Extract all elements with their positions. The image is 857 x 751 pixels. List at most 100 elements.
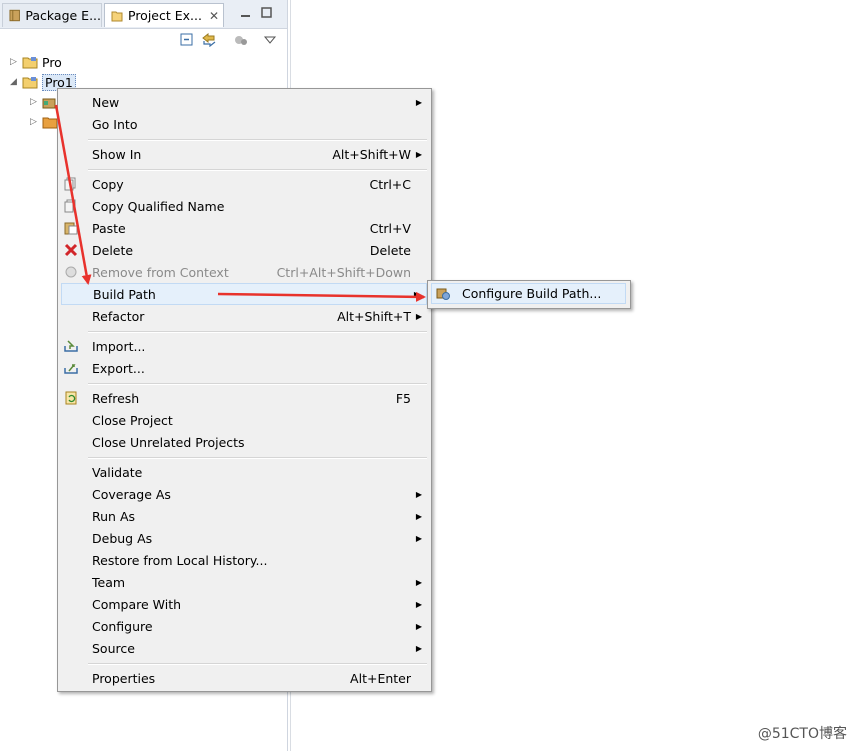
menu-item-new[interactable]: New ▶ [58, 91, 431, 113]
menu-separator [88, 457, 427, 459]
menu-separator [88, 169, 427, 171]
configure-build-path-icon [436, 288, 450, 300]
submenu-arrow-icon: ▶ [415, 97, 422, 107]
menu-item-label: Close Unrelated Projects [92, 434, 245, 450]
tab-label: Project Ex... [128, 8, 202, 23]
link-with-editor-icon[interactable] [202, 33, 216, 47]
menu-item-configure-build-path[interactable]: Configure Build Path... [431, 283, 626, 304]
menu-item-run-as[interactable]: Run As ▶ [58, 505, 431, 527]
package-explorer-icon [9, 9, 20, 22]
project-folder-open-icon [22, 76, 38, 88]
view-menu-icon[interactable] [263, 33, 277, 47]
menu-item-label: Show In [92, 146, 142, 162]
menu-item-label: Run As [92, 508, 136, 524]
menu-item-show-in[interactable]: Show In Alt+Shift+W ▶ [58, 143, 431, 165]
menu-item-copy[interactable]: Copy Ctrl+C [58, 173, 431, 195]
menu-item-label: Properties [92, 670, 156, 686]
menu-item-properties[interactable]: Properties Alt+Enter [58, 667, 431, 689]
collapse-all-icon[interactable] [180, 33, 194, 47]
menu-item-label: Compare With [92, 596, 182, 612]
tree-item-pro[interactable]: ▷ Pro [10, 53, 62, 71]
menu-separator [88, 139, 427, 141]
menu-item-label: Delete [92, 242, 134, 258]
copy-icon [64, 177, 76, 191]
export-icon [64, 364, 78, 374]
tab-project-explorer[interactable]: Project Ex... ✕ [104, 3, 224, 27]
menu-item-shortcut: Alt+Enter [350, 670, 411, 686]
submenu-arrow-icon: ▶ [415, 149, 422, 159]
menu-separator [88, 331, 427, 333]
menu-item-label: Copy [92, 176, 124, 192]
menu-item-label: Configure [92, 618, 153, 634]
menu-item-label: Refactor [92, 308, 145, 324]
menu-item-configure[interactable]: Configure ▶ [58, 615, 431, 637]
source-folder-icon [42, 98, 56, 108]
menu-item-remove-from-context: Remove from Context Ctrl+Alt+Shift+Down [58, 261, 431, 283]
close-icon[interactable]: ✕ [209, 9, 219, 23]
context-menu: New ▶ Go Into Show In Alt+Shift+W ▶ Copy… [57, 88, 432, 692]
menu-separator [88, 663, 427, 665]
menu-item-paste[interactable]: Paste Ctrl+V [58, 217, 431, 239]
library-folder-icon [42, 117, 58, 128]
submenu-arrow-icon: ▶ [415, 621, 422, 631]
menu-item-debug-as[interactable]: Debug As ▶ [58, 527, 431, 549]
menu-item-label: New [92, 94, 120, 110]
watermark: @51CTO博客 [757, 726, 847, 742]
menu-item-shortcut: Alt+Shift+T [337, 308, 411, 324]
menu-item-close-unrelated-projects[interactable]: Close Unrelated Projects [58, 431, 431, 453]
menu-item-label: Coverage As [92, 486, 171, 502]
expand-icon[interactable]: ▷ [30, 97, 38, 107]
remove-context-icon [65, 266, 77, 278]
menu-item-shortcut: Delete [369, 242, 411, 258]
submenu-arrow-icon: ▶ [415, 577, 422, 587]
refresh-icon [65, 391, 77, 405]
collapse-icon[interactable]: ◢ [10, 77, 18, 87]
menu-item-shortcut: Ctrl+C [369, 176, 411, 192]
submenu-arrow-icon: ▶ [415, 643, 422, 653]
menu-item-refresh[interactable]: Refresh F5 [58, 387, 431, 409]
menu-item-shortcut: F5 [395, 390, 411, 406]
menu-separator [88, 383, 427, 385]
menu-item-compare-with[interactable]: Compare With ▶ [58, 593, 431, 615]
project-folder-icon [22, 56, 38, 68]
menu-item-shortcut: Ctrl+V [369, 220, 411, 236]
menu-item-label: Paste [92, 220, 126, 236]
menu-item-validate[interactable]: Validate [58, 461, 431, 483]
menu-item-team[interactable]: Team ▶ [58, 571, 431, 593]
maximize-icon[interactable] [261, 7, 272, 18]
import-icon [64, 340, 78, 352]
menu-item-close-project[interactable]: Close Project [58, 409, 431, 431]
menu-item-build-path[interactable]: Build Path ▶ [61, 283, 427, 305]
menu-item-delete[interactable]: Delete Delete [58, 239, 431, 261]
menu-item-source[interactable]: Source ▶ [58, 637, 431, 659]
menu-item-refactor[interactable]: Refactor Alt+Shift+T ▶ [58, 305, 431, 327]
menu-item-label: Copy Qualified Name [92, 198, 225, 214]
menu-item-label: Build Path [93, 286, 156, 302]
menu-item-label: Export... [92, 360, 145, 376]
minimize-icon[interactable] [240, 7, 251, 18]
menu-item-copy-qualified-name[interactable]: Copy Qualified Name [58, 195, 431, 217]
submenu-arrow-icon: ▶ [415, 599, 422, 609]
menu-item-go-into[interactable]: Go Into [58, 113, 431, 135]
copy-qualified-icon [64, 199, 76, 213]
submenu-arrow-icon: ▶ [415, 511, 422, 521]
view-tab-bar: Package E... Project Ex... ✕ [0, 0, 287, 29]
menu-item-import[interactable]: Import... [58, 335, 431, 357]
menu-item-label: Team [92, 574, 126, 590]
menu-item-label: Refresh [92, 390, 140, 406]
focus-on-task-icon[interactable] [234, 33, 248, 47]
menu-item-shortcut: Ctrl+Alt+Shift+Down [276, 264, 411, 280]
submenu-arrow-icon: ▶ [413, 289, 420, 299]
menu-item-label: Close Project [92, 412, 173, 428]
menu-item-label: Validate [92, 464, 143, 480]
menu-item-label: Source [92, 640, 135, 656]
menu-item-export[interactable]: Export... [58, 357, 431, 379]
expand-icon[interactable]: ▷ [30, 117, 38, 127]
menu-item-coverage-as[interactable]: Coverage As ▶ [58, 483, 431, 505]
build-path-submenu: Configure Build Path... [427, 280, 631, 309]
tab-package-explorer[interactable]: Package E... [2, 3, 102, 27]
tree-item-label: Pro [42, 54, 62, 70]
menu-item-restore-from-local-history[interactable]: Restore from Local History... [58, 549, 431, 571]
submenu-arrow-icon: ▶ [415, 311, 422, 321]
expand-icon[interactable]: ▷ [10, 57, 18, 67]
